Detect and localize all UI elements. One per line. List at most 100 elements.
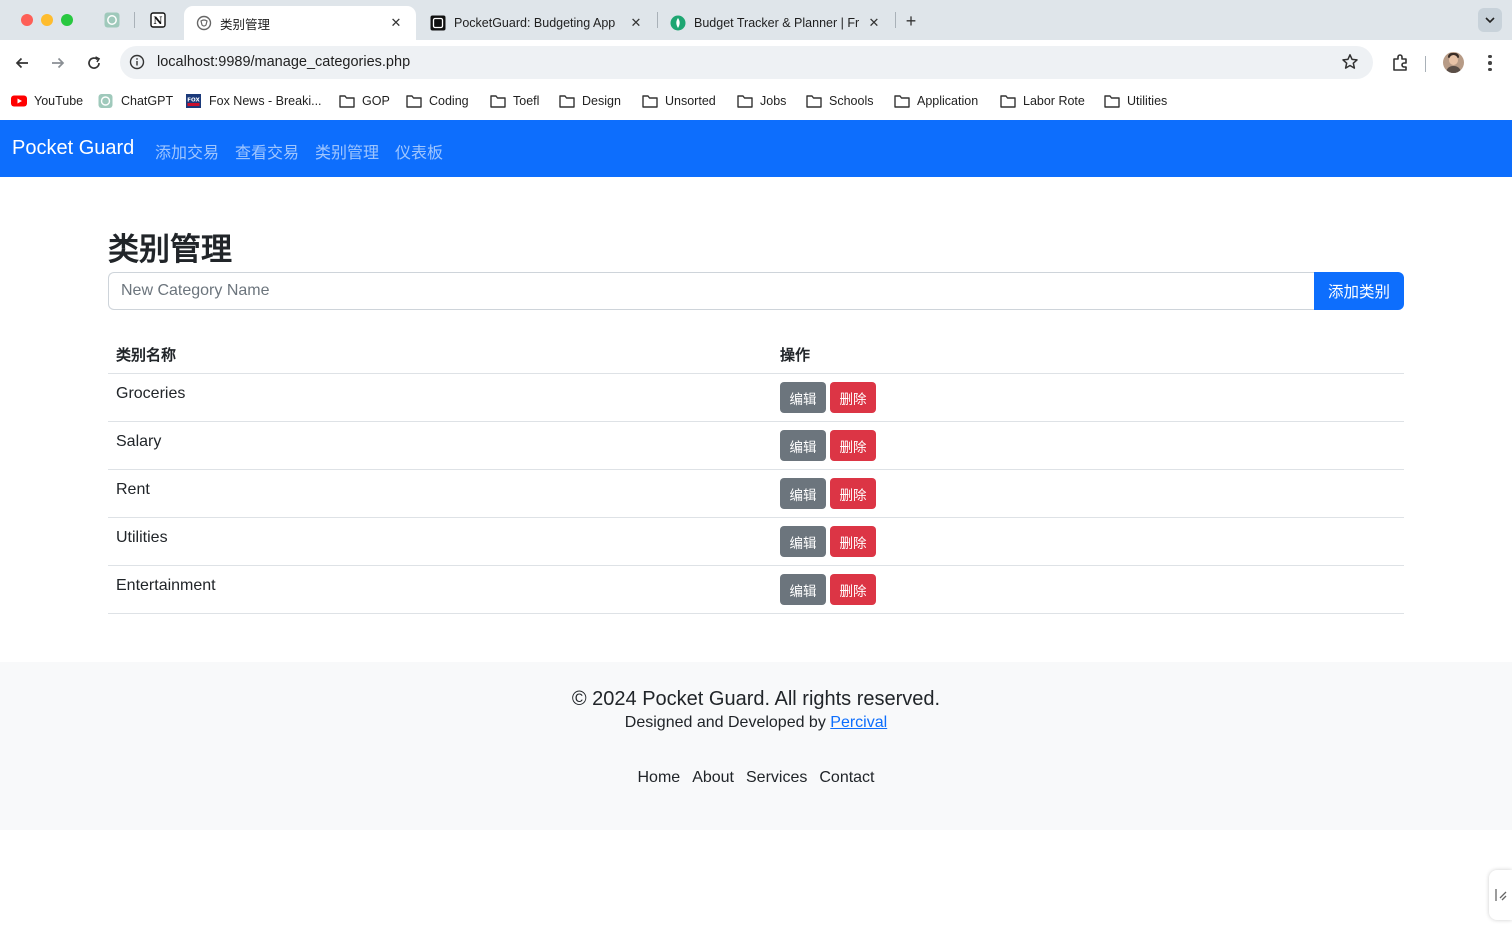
nav-view-transactions[interactable]: 查看交易 — [235, 139, 299, 163]
footer-link-services[interactable]: Services — [740, 769, 813, 787]
pocketguard-icon — [430, 15, 446, 31]
app-navbar: Pocket Guard 添加交易 查看交易 类别管理 仪表板 — [0, 120, 1512, 177]
edit-button[interactable]: 编辑 — [780, 382, 826, 413]
bookmark-label: Design — [582, 94, 621, 108]
delete-button[interactable]: 删除 — [830, 526, 876, 557]
category-name: Rent — [116, 481, 150, 498]
bookmark-label: Coding — [429, 94, 469, 108]
column-header-name: 类别名称 — [116, 346, 177, 364]
footer-link-contact[interactable]: Contact — [813, 769, 880, 787]
tab-category-management[interactable]: 类别管理 ✕ — [184, 6, 416, 40]
new-tab-button[interactable]: + — [900, 10, 922, 32]
designer-link[interactable]: Percival — [830, 714, 887, 731]
back-button[interactable] — [11, 52, 33, 74]
svg-text:FOX: FOX — [187, 98, 200, 104]
tab-search-button[interactable] — [1478, 8, 1502, 32]
extensions-icon[interactable] — [1390, 53, 1410, 73]
category-name: Salary — [116, 433, 162, 450]
add-category-button[interactable]: 添加类别 — [1314, 272, 1404, 310]
table-row: Rent 编辑 删除 — [108, 470, 1404, 518]
bookmark-label: Schools — [829, 94, 874, 108]
footer-link-home[interactable]: Home — [632, 769, 687, 787]
bookmark-youtube[interactable]: YouTube — [11, 92, 83, 110]
tab-title: Budget Tracker & Planner | Fr — [694, 16, 860, 30]
category-name: Groceries — [116, 385, 186, 402]
delete-button[interactable]: 删除 — [830, 574, 876, 605]
edit-button[interactable]: 编辑 — [780, 526, 826, 557]
chatgpt-icon — [104, 12, 120, 28]
bookmark-folder-gop[interactable]: GOP — [339, 92, 390, 110]
globe-icon — [196, 15, 212, 31]
nav-add-transaction[interactable]: 添加交易 — [155, 139, 219, 163]
edit-button[interactable]: 编辑 — [780, 574, 826, 605]
bookmark-folder-unsorted[interactable]: Unsorted — [642, 92, 716, 110]
browser-toolbar: localhost:9989/manage_categories.php — [0, 40, 1512, 86]
nav-category-management[interactable]: 类别管理 — [315, 139, 379, 163]
profile-avatar[interactable] — [1443, 52, 1464, 73]
delete-button[interactable]: 删除 — [830, 382, 876, 413]
minimize-window-button[interactable] — [41, 14, 53, 26]
bookmark-folder-utilities[interactable]: Utilities — [1104, 92, 1167, 110]
folder-icon — [406, 95, 422, 108]
close-tab-icon[interactable]: ✕ — [628, 15, 644, 31]
bookmark-folder-labor-rote[interactable]: Labor Rote — [1000, 92, 1085, 110]
bookmark-folder-coding[interactable]: Coding — [406, 92, 469, 110]
maximize-window-button[interactable] — [61, 14, 73, 26]
delete-button[interactable]: 删除 — [830, 430, 876, 461]
notion-icon: N — [150, 12, 166, 28]
new-category-input[interactable] — [108, 272, 1315, 310]
reload-button[interactable] — [83, 52, 105, 74]
bookmark-folder-design[interactable]: Design — [559, 92, 621, 110]
bookmark-label: Fox News - Breaki... — [209, 94, 322, 108]
close-tab-icon[interactable]: ✕ — [866, 15, 882, 31]
folder-icon — [1000, 95, 1016, 108]
bookmark-star-icon[interactable] — [1341, 53, 1359, 71]
footer-link-about[interactable]: About — [686, 769, 740, 787]
folder-icon — [642, 95, 658, 108]
bookmark-folder-jobs[interactable]: Jobs — [737, 92, 786, 110]
bookmark-folder-application[interactable]: Application — [894, 92, 978, 110]
nav-dashboard[interactable]: 仪表板 — [395, 139, 443, 163]
folder-icon — [490, 95, 506, 108]
category-name: Utilities — [116, 529, 168, 546]
delete-button[interactable]: 删除 — [830, 478, 876, 509]
bookmark-chatgpt[interactable]: ChatGPT — [98, 92, 173, 110]
tab-pocketguard[interactable]: PocketGuard: Budgeting App ✕ — [418, 6, 656, 40]
table-header: 类别名称 操作 — [108, 334, 1404, 374]
brand-link[interactable]: Pocket Guard — [12, 137, 134, 160]
page-title: 类别管理 — [108, 232, 232, 268]
bookmark-label: GOP — [362, 94, 390, 108]
close-tab-icon[interactable]: ✕ — [388, 15, 404, 31]
foxnews-icon: FOX — [186, 94, 201, 108]
side-panel-toggle[interactable] — [1489, 870, 1512, 920]
bookmark-folder-schools[interactable]: Schools — [806, 92, 873, 110]
pinned-tab-chatgpt[interactable] — [102, 10, 122, 30]
site-info-icon[interactable] — [129, 54, 145, 70]
bookmark-folder-toefl[interactable]: Toefl — [490, 92, 539, 110]
category-name: Entertainment — [116, 577, 216, 594]
edit-button[interactable]: 编辑 — [780, 478, 826, 509]
table-row: Groceries 编辑 删除 — [108, 374, 1404, 422]
forward-button[interactable] — [47, 52, 69, 74]
tab-title: PocketGuard: Budgeting App — [454, 16, 616, 30]
folder-icon — [559, 95, 575, 108]
chevron-down-icon — [1485, 17, 1495, 24]
folder-icon — [339, 95, 355, 108]
bookmark-label: Toefl — [513, 94, 540, 108]
address-bar[interactable]: localhost:9989/manage_categories.php — [120, 46, 1373, 79]
tab-budget-tracker[interactable]: Budget Tracker & Planner | Fr ✕ — [658, 6, 894, 40]
svg-text:N: N — [153, 16, 162, 27]
bookmark-label: Unsorted — [665, 94, 716, 108]
pinned-tab-notion[interactable]: N — [148, 10, 168, 30]
browser-menu-icon[interactable] — [1480, 53, 1500, 73]
side-panel-icon — [1494, 889, 1506, 901]
designed-by-text: Designed and Developed by Percival — [0, 714, 1512, 732]
close-window-button[interactable] — [21, 14, 33, 26]
edit-button[interactable]: 编辑 — [780, 430, 826, 461]
bookmark-foxnews[interactable]: FOX Fox News - Breaki... — [186, 92, 322, 110]
arrow-right-icon — [52, 57, 65, 69]
chatgpt-icon — [98, 94, 113, 108]
url-text: localhost:9989/manage_categories.php — [157, 54, 411, 70]
bookmark-label: Application — [917, 94, 979, 108]
column-header-actions: 操作 — [780, 346, 811, 364]
